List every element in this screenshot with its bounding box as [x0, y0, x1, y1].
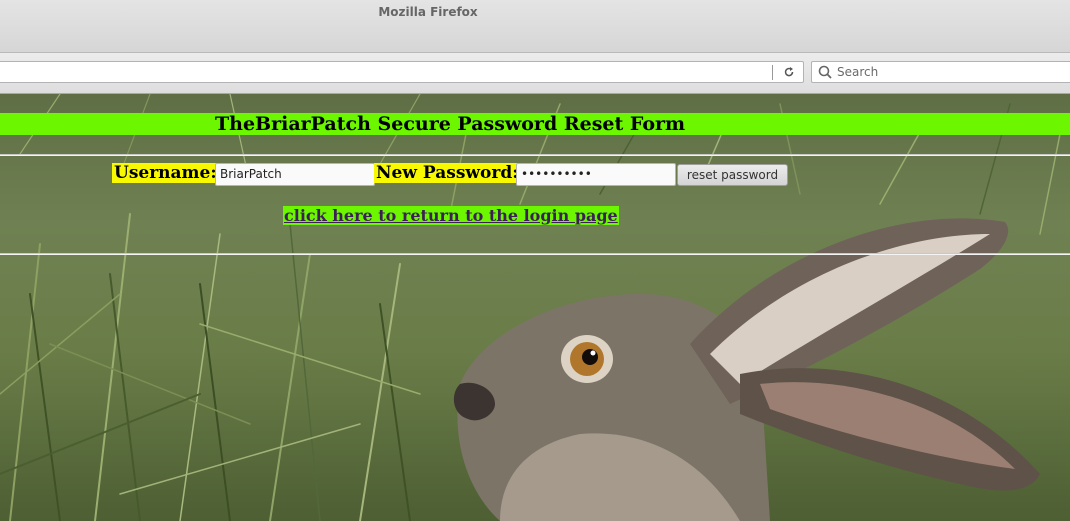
reset-password-button[interactable]: reset password [677, 164, 788, 186]
new-password-input[interactable]: •••••••••• [516, 163, 676, 186]
page-viewport: TheBriarPatch Secure Password Reset Form… [0, 94, 1070, 521]
login-page-link[interactable]: click here to return to the login page [283, 206, 619, 225]
username-input[interactable]: BriarPatch [215, 163, 375, 186]
navigation-toolbar: Search [0, 53, 1070, 94]
username-label: Username: [112, 163, 219, 183]
reload-icon[interactable] [779, 63, 799, 81]
search-placeholder: Search [837, 65, 879, 79]
divider-top [0, 154, 1070, 156]
divider-bottom [0, 253, 1070, 255]
new-password-label: New Password: [374, 163, 521, 183]
page-title: TheBriarPatch Secure Password Reset Form [215, 113, 686, 135]
search-bar[interactable]: Search [811, 61, 1070, 83]
hare-image [453, 218, 1040, 521]
search-icon [818, 65, 832, 79]
heading-banner: TheBriarPatch Secure Password Reset Form [0, 113, 1070, 135]
address-bar-separator [772, 65, 773, 80]
address-bar[interactable] [0, 61, 804, 83]
window-title: Mozilla Firefox [378, 5, 478, 19]
window-titlebar: Mozilla Firefox [0, 0, 1070, 53]
